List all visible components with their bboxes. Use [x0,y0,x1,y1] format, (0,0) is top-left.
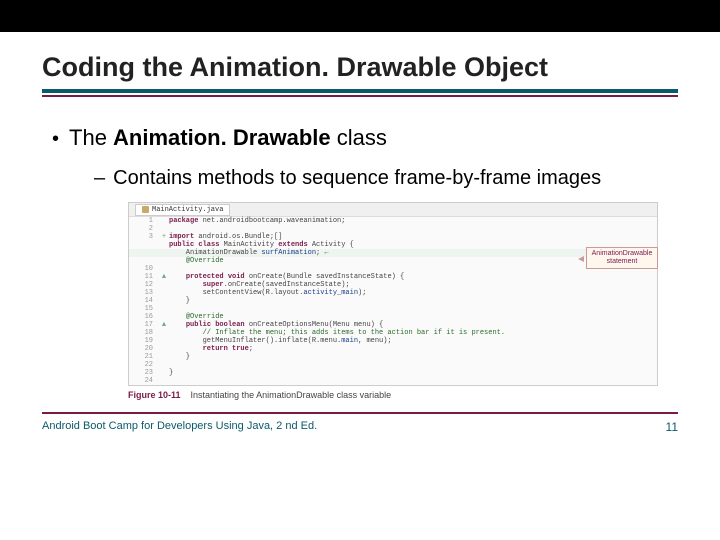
code-line: 22 [129,361,657,369]
java-file-icon [142,206,149,213]
editor-tab: MainActivity.java [135,204,230,216]
line-number: 19 [129,337,159,345]
code-text: } [169,297,657,305]
code-line: 16 @Override [129,313,657,321]
code-line: 13 setContentView(R.layout.activity_main… [129,289,657,297]
line-number: 16 [129,313,159,321]
line-number: 18 [129,329,159,337]
code-line: 21 } [129,353,657,361]
code-line: 1 package net.androidbootcamp.waveanimati… [129,217,657,225]
line-number: 3 [129,233,159,241]
gutter-marker-icon: ▲ [159,273,169,281]
line-number: 20 [129,345,159,353]
line-number: 12 [129,281,159,289]
code-text: package net.androidbootcamp.waveanimatio… [169,217,657,225]
figure-label: Figure 10-11 [128,390,181,400]
code-line: 20 return true; [129,345,657,353]
code-line: 15 [129,305,657,313]
code-editor: MainActivity.java 1 package net.androidbo… [128,202,658,386]
code-line: 18 // Inflate the menu; this adds items … [129,329,657,337]
bullet-bold: Animation. Drawable [113,125,331,150]
code-line: 10 [129,265,657,273]
bullet-1-sub: – Contains methods to sequence frame-by-… [94,165,678,192]
code-text: import android.os.Bundle;[] [169,233,657,241]
code-text: } [169,353,657,361]
slide-title: Coding the Animation. Drawable Object [42,52,678,83]
bullet-1-sub-text: Contains methods to sequence frame-by-fr… [113,165,601,192]
code-line: 2 [129,225,657,233]
bullet-dot: • [52,128,59,151]
line-number: 17 [129,321,159,329]
code-text: protected void onCreate(Bundle savedInst… [169,273,657,281]
title-rule-teal [42,89,678,93]
code-line: 23} [129,369,657,377]
line-number: 15 [129,305,159,313]
editor-tabbar: MainActivity.java [129,203,657,217]
line-number: 1 [129,217,159,225]
code-text: } [169,369,657,377]
code-line: 12 super.onCreate(savedInstanceState); [129,281,657,289]
code-line: 17▲ public boolean onCreateOptionsMenu(M… [129,321,657,329]
line-number: 2 [129,225,159,233]
line-number: 11 [129,273,159,281]
line-number: 13 [129,289,159,297]
code-text: super.onCreate(savedInstanceState); [169,281,657,289]
code-body: 1 package net.androidbootcamp.waveanimati… [129,217,657,385]
page-number: 11 [666,420,678,434]
footer-left: Android Boot Camp for Developers Using J… [42,420,317,434]
code-line: 11▲ protected void onCreate(Bundle saved… [129,273,657,281]
figure-caption-text: Instantiating the AnimationDrawable clas… [191,390,392,400]
line-number: 23 [129,369,159,377]
footer: Android Boot Camp for Developers Using J… [0,414,720,434]
title-rule-maroon [42,95,678,97]
code-line: 3+import android.os.Bundle;[] [129,233,657,241]
callout-arrow-icon [578,256,584,262]
gutter-marker-icon: + [159,233,169,241]
code-callout: AnimationDrawable statement [586,247,658,269]
code-line: 14 } [129,297,657,305]
line-number: 14 [129,297,159,305]
bullet-lead: The [69,125,113,150]
code-text: getMenuInflater().inflate(R.menu.main, m… [169,337,657,345]
code-line: public class MainActivity extends Activi… [129,241,657,249]
line-number: 10 [129,265,159,273]
code-line: 24 [129,377,657,385]
code-text: public class MainActivity extends Activi… [169,241,657,249]
code-text: @Override [169,313,657,321]
code-line: 19 getMenuInflater().inflate(R.menu.main… [129,337,657,345]
bullet-1: • The Animation. Drawable class [52,125,678,151]
code-text: public boolean onCreateOptionsMenu(Menu … [169,321,657,329]
top-black-strip [0,0,720,32]
line-number: 24 [129,377,159,385]
code-text: setContentView(R.layout.activity_main); [169,289,657,297]
bullet-dash: – [94,167,105,190]
code-text: return true; [169,345,657,353]
editor-tab-label: MainActivity.java [152,206,223,214]
bullet-1-text: The Animation. Drawable class [69,125,387,151]
line-number: 22 [129,361,159,369]
bullet-tail: class [331,125,387,150]
line-number: 21 [129,353,159,361]
slide-content: Coding the Animation. Drawable Object • … [0,32,720,400]
figure-caption: Figure 10-11 Instantiating the Animation… [128,390,678,400]
code-text: // Inflate the menu; this adds items to … [169,329,657,337]
gutter-marker-icon: ▲ [159,321,169,329]
